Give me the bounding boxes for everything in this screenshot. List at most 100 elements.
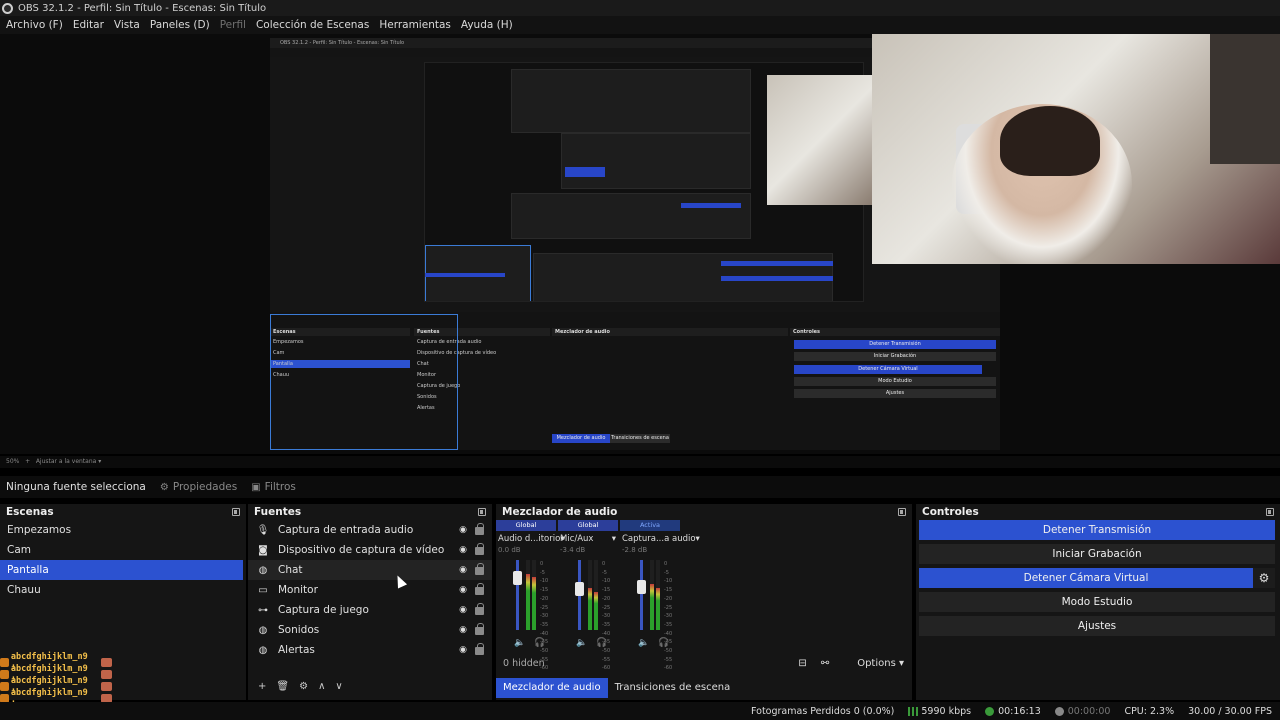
volume-meter[interactable]: 0 -5 -10 -15 -20 -25 -30 -35 -40 -45 -50 -55 -60 [558,560,618,671]
meter-scale: 0 -5 -10 -15 -20 -25 -30 -35 -40 -45 -50 -55 -60 [664,560,672,673]
source-item[interactable]: ▭ Monitor ◉ [248,580,492,600]
eye-icon[interactable]: ◉ [457,625,469,635]
level-meter-left [650,560,654,630]
add-icon[interactable]: + [258,681,266,692]
emote-icon [101,669,112,679]
link-icon[interactable]: ⚯ [821,658,829,669]
headphones-icon[interactable]: 🎧 [658,638,669,648]
gear-icon[interactable]: ⚙ [299,681,308,692]
menu-archivo[interactable]: Archivo (F) [6,19,63,31]
eye-icon[interactable]: ◉ [457,525,469,535]
menu-vista[interactable]: Vista [114,19,140,31]
settings-button[interactable]: Ajustes [919,616,1275,636]
undock-icon[interactable] [898,508,906,516]
preview-area[interactable]: OBS 32.1.2 - Perfil: Sin Título - Escena… [0,34,1280,454]
fit-to-window[interactable]: Ajustar a la ventana [36,458,97,465]
lock-icon[interactable] [475,643,484,655]
scale-tick: -20 [602,595,611,602]
undock-icon[interactable] [232,508,240,516]
channel-controls: 🔈 🎧 [576,638,607,648]
source-item[interactable]: ◍ Chat ◉ [248,560,492,580]
scale-tick: -30 [602,613,611,620]
eye-icon[interactable]: ◉ [457,605,469,615]
undock-icon[interactable] [478,508,486,516]
menu-herramientas[interactable]: Herramientas [379,19,451,31]
layout-icon[interactable]: ⊟ [798,658,806,669]
tab-audio-mixer[interactable]: Mezclador de audio [496,678,608,698]
record-dot-icon [1054,706,1064,716]
lock-icon[interactable] [475,543,484,555]
headphones-icon[interactable]: 🎧 [596,638,607,648]
scale-tick: -55 [602,656,611,663]
volume-meter[interactable]: 0 -5 -10 -15 -20 -25 -30 -35 -40 -45 -50 -55 -60 [496,560,556,671]
source-item[interactable]: ◍ Sonidos ◉ [248,620,492,640]
scene-item-empezamos[interactable]: Empezamos [0,520,243,540]
eye-icon[interactable]: ◉ [457,585,469,595]
source-toolbar: Ninguna fuente selecciona ⚙ Propiedades … [0,476,1280,498]
obs-logo-icon [2,2,13,14]
channel-name[interactable]: Captura...a audio ▾ [620,534,700,544]
chevron-down-icon: ▾ [695,534,700,544]
studio-mode-button[interactable]: Modo Estudio [919,592,1275,612]
gamepad-icon: ⊶ [258,604,268,616]
scale-tick: -5 [602,569,607,576]
controls-title: Controles [922,506,979,518]
nested-camera-feed [767,75,872,205]
filters-button[interactable]: ▣ Filtros [251,481,296,493]
tab-scene-transitions[interactable]: Transiciones de escena [608,678,738,698]
speaker-icon[interactable]: 🔈 [514,638,525,648]
mini-mixer-head: Mezclador de audio [552,328,788,336]
headphones-icon[interactable]: 🎧 [534,638,545,648]
scale-tick: -20 [540,595,549,602]
menu-perfil[interactable]: Perfil [220,19,246,31]
lock-icon[interactable] [475,623,484,635]
lock-icon[interactable] [475,523,484,535]
cpu-usage: CPU: 2.3% [1124,705,1175,717]
stop-stream-button[interactable]: Detener Transmisión [919,520,1275,540]
start-recording-button[interactable]: Iniciar Grabación [919,544,1275,564]
scale-tick: -60 [664,665,673,672]
source-item[interactable]: ◍ Alertas ◉ [248,640,492,660]
trash-icon[interactable]: 🗑 [276,681,289,692]
filter-icon: ▣ [251,481,261,493]
source-item[interactable]: 🎙 Captura de entrada audio ◉ [248,520,492,540]
zoom-level[interactable]: 50% [6,458,19,465]
source-item[interactable]: ⊶ Captura de juego ◉ [248,600,492,620]
stop-virtual-camera-button[interactable]: Detener Cámara Virtual [919,568,1253,588]
eye-icon[interactable]: ◉ [457,545,469,555]
channel-db: -3.4 dB [560,546,586,554]
lock-icon[interactable] [475,603,484,615]
lock-icon[interactable] [475,583,484,595]
speaker-icon[interactable]: 🔈 [576,638,587,648]
chevron-down-icon[interactable]: ∨ [335,681,342,692]
channel-name[interactable]: Mic/Aux ▾ [558,534,618,544]
properties-button[interactable]: ⚙ Propiedades [160,481,237,493]
no-source-label: Ninguna fuente selecciona [6,481,146,493]
menu-editar[interactable]: Editar [73,19,104,31]
level-meter-right [594,560,598,630]
speaker-icon[interactable]: 🔈 [638,638,649,648]
undock-icon[interactable] [1266,508,1274,516]
channel-name[interactable]: Audio d...itorio ▾ [496,534,565,544]
volume-meter[interactable]: 0 -5 -10 -15 -20 -25 -30 -35 -40 -45 -50 -55 -60 [620,560,680,671]
badge-icon [0,669,9,679]
source-item[interactable]: ◙ Dispositivo de captura de vídeo ◉ [248,540,492,560]
scene-item-cam[interactable]: Cam [0,540,243,560]
mini-mixer-tab: Mezclador de audio [552,434,610,443]
options-dropdown[interactable]: Options ▾ [843,658,904,669]
gear-icon: ⚙ [159,481,169,493]
chevron-up-icon[interactable]: ∧ [318,681,325,692]
menu-paneles[interactable]: Paneles (D) [150,19,210,31]
scene-item-chauu[interactable]: Chauu [0,580,243,600]
menu-coleccion-escenas[interactable]: Colección de Escenas [256,19,369,31]
gear-icon[interactable]: ⚙ [1253,568,1275,588]
fps-readout: 30.00 / 30.00 FPS [1188,705,1272,717]
volume-fader-knob [513,571,522,585]
scene-item-pantalla[interactable]: Pantalla [0,560,243,580]
lock-icon[interactable] [475,563,484,575]
eye-icon[interactable]: ◉ [457,565,469,575]
menu-ayuda[interactable]: Ayuda (H) [461,19,513,31]
scale-tick: 0 [664,561,668,567]
mixer-options-bar: ⊟ ⚯ Options ▾ [784,658,904,669]
eye-icon[interactable]: ◉ [457,645,469,655]
